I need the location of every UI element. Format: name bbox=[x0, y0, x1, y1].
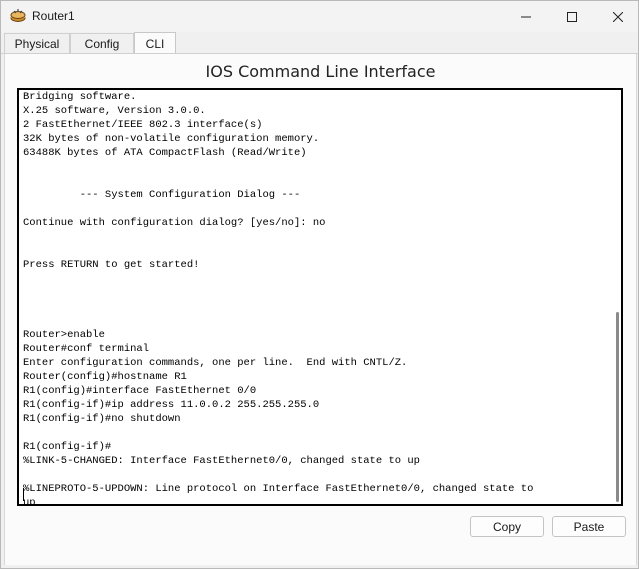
tab-config[interactable]: Config bbox=[70, 33, 134, 53]
panel-title: IOS Command Line Interface bbox=[205, 62, 436, 81]
scrollbar-thumb[interactable] bbox=[616, 312, 619, 502]
maximize-icon bbox=[567, 7, 577, 26]
cli-terminal[interactable]: Bridging software. X.25 software, Versio… bbox=[17, 88, 623, 506]
maximize-button[interactable] bbox=[549, 1, 595, 32]
router-window: Router1 Physical Config CLI IOS Command … bbox=[0, 0, 639, 569]
minimize-icon bbox=[521, 7, 531, 26]
tab-bar: Physical Config CLI bbox=[1, 32, 638, 54]
close-icon bbox=[612, 7, 624, 26]
minimize-button[interactable] bbox=[503, 1, 549, 32]
tab-physical[interactable]: Physical bbox=[4, 33, 70, 53]
cli-panel: IOS Command Line Interface Bridging soft… bbox=[4, 54, 637, 565]
close-button[interactable] bbox=[595, 1, 639, 32]
window-title: Router1 bbox=[32, 9, 75, 23]
title-bar[interactable]: Router1 bbox=[1, 1, 638, 32]
copy-button[interactable]: Copy bbox=[470, 516, 544, 537]
tab-cli[interactable]: CLI bbox=[134, 32, 176, 54]
paste-button[interactable]: Paste bbox=[552, 516, 626, 537]
terminal-output: Bridging software. X.25 software, Versio… bbox=[23, 91, 534, 506]
text-cursor bbox=[23, 488, 24, 501]
router-icon bbox=[10, 8, 26, 24]
